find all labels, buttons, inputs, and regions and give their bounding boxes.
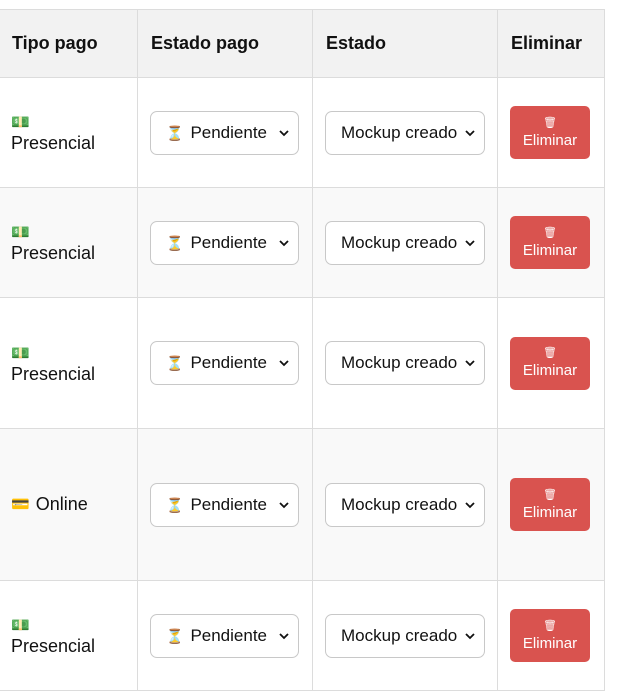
cell-estado: Mockup creado — [312, 187, 498, 298]
chevron-down-icon — [279, 632, 289, 639]
cell-estado: Mockup creado — [312, 297, 498, 429]
cell-eliminar: 🗑 Eliminar — [497, 297, 605, 429]
delete-button[interactable]: 🗑 Eliminar — [510, 609, 590, 662]
estado-value: Mockup creado — [341, 625, 458, 645]
estado-value: Mockup creado — [341, 353, 458, 372]
header-tipo-pago: Tipo pago — [0, 9, 138, 78]
estado-pago-value: Pendiente — [190, 625, 268, 645]
cell-tipo-pago: 💵 Presencial — [0, 580, 138, 691]
estado-pago-select[interactable]: ⏳ Pendiente — [150, 613, 299, 658]
trash-icon: 🗑 — [543, 619, 557, 632]
cell-estado: Mockup creado — [312, 428, 498, 581]
header-eliminar: Eliminar — [497, 9, 605, 78]
delete-button[interactable]: 🗑 Eliminar — [510, 106, 590, 159]
trash-icon: 🗑 — [543, 347, 557, 359]
hourglass-icon: ⏳ — [166, 124, 184, 141]
estado-pago-select[interactable]: ⏳ Pendiente — [150, 110, 299, 155]
tipo-pago-label: Presencial — [11, 636, 96, 656]
estado-value: Mockup creado — [341, 494, 458, 514]
delete-button-label: Eliminar — [522, 241, 578, 259]
trash-icon: 🗑 — [543, 488, 557, 501]
tipo-pago-label: Online — [35, 494, 88, 514]
hourglass-icon: ⏳ — [166, 627, 184, 644]
estado-select[interactable]: Mockup creado — [325, 613, 485, 658]
estado-select[interactable]: Mockup creado — [325, 341, 485, 385]
estado-pago-select[interactable]: ⏳ Pendiente — [150, 341, 299, 385]
orders-table-container: Tipo pago Estado pago Estado Eliminar 💵 … — [0, 0, 622, 692]
delete-button-label: Eliminar — [522, 131, 578, 149]
delete-button-label: Eliminar — [522, 634, 578, 652]
estado-pago-select[interactable]: ⏳ Pendiente — [150, 220, 299, 265]
chevron-down-icon — [279, 239, 289, 246]
header-estado: Estado — [312, 9, 498, 78]
estado-pago-value: Pendiente — [190, 122, 268, 142]
cell-tipo-pago: 💵 Presencial — [0, 297, 138, 429]
credit-card-icon: 💳 — [11, 496, 30, 513]
cell-eliminar: 🗑 Eliminar — [497, 187, 605, 298]
chevron-down-icon — [465, 632, 475, 639]
estado-select[interactable]: Mockup creado — [325, 220, 485, 265]
estado-pago-value: Pendiente — [190, 232, 268, 252]
header-estado-pago: Estado pago — [137, 9, 313, 78]
cell-estado-pago: ⏳ Pendiente — [137, 580, 313, 691]
cell-estado-pago: ⏳ Pendiente — [137, 428, 313, 581]
cash-icon: 💵 — [11, 344, 30, 362]
cell-eliminar: 🗑 Eliminar — [497, 77, 605, 188]
cell-estado-pago: ⏳ Pendiente — [137, 187, 313, 298]
tipo-pago-label: Presencial — [11, 133, 96, 153]
chevron-down-icon — [279, 501, 289, 508]
cash-icon: 💵 — [11, 224, 30, 241]
delete-button[interactable]: 🗑 Eliminar — [510, 478, 590, 531]
estado-value: Mockup creado — [341, 232, 458, 252]
table-row: 💵 Presencial ⏳ Pendiente Mockup creado 🗑… — [0, 297, 605, 429]
cash-icon: 💵 — [11, 114, 30, 131]
hourglass-icon: ⏳ — [166, 355, 184, 371]
table-row: 💵 Presencial ⏳ Pendiente Mockup creado 🗑… — [0, 77, 605, 188]
cell-estado-pago: ⏳ Pendiente — [137, 297, 313, 429]
cell-tipo-pago: 💵 Presencial — [0, 77, 138, 188]
cell-estado-pago: ⏳ Pendiente — [137, 77, 313, 188]
table-row: 💳 Online ⏳ Pendiente Mockup creado 🗑 Eli… — [0, 428, 605, 581]
estado-select[interactable]: Mockup creado — [325, 110, 485, 155]
cell-estado: Mockup creado — [312, 580, 498, 691]
table-row: 💵 Presencial ⏳ Pendiente Mockup creado 🗑… — [0, 187, 605, 298]
estado-value: Mockup creado — [341, 122, 458, 142]
chevron-down-icon — [465, 129, 475, 136]
orders-table: Tipo pago Estado pago Estado Eliminar 💵 … — [0, 9, 605, 691]
hourglass-icon: ⏳ — [166, 496, 184, 513]
estado-pago-value: Pendiente — [190, 353, 268, 372]
delete-button[interactable]: 🗑 Eliminar — [510, 336, 590, 390]
chevron-down-icon — [465, 501, 475, 508]
chevron-down-icon — [279, 360, 289, 367]
trash-icon: 🗑 — [543, 116, 557, 129]
table-header-row: Tipo pago Estado pago Estado Eliminar — [0, 9, 605, 78]
trash-icon: 🗑 — [543, 226, 557, 239]
delete-button[interactable]: 🗑 Eliminar — [510, 216, 590, 269]
estado-pago-value: Pendiente — [190, 494, 268, 514]
table-row: 💵 Presencial ⏳ Pendiente Mockup creado 🗑… — [0, 580, 605, 691]
tipo-pago-label: Presencial — [11, 243, 96, 263]
estado-pago-select[interactable]: ⏳ Pendiente — [150, 482, 299, 527]
cash-icon: 💵 — [11, 617, 30, 634]
cell-eliminar: 🗑 Eliminar — [497, 428, 605, 581]
cell-eliminar: 🗑 Eliminar — [497, 580, 605, 691]
hourglass-icon: ⏳ — [166, 234, 184, 251]
cell-tipo-pago: 💵 Presencial — [0, 187, 138, 298]
chevron-down-icon — [279, 129, 289, 136]
chevron-down-icon — [465, 239, 475, 246]
cell-estado: Mockup creado — [312, 77, 498, 188]
chevron-down-icon — [465, 360, 475, 367]
delete-button-label: Eliminar — [522, 503, 578, 521]
estado-select[interactable]: Mockup creado — [325, 482, 485, 527]
cell-tipo-pago: 💳 Online — [0, 428, 138, 581]
tipo-pago-label: Presencial — [11, 363, 96, 384]
delete-button-label: Eliminar — [522, 362, 578, 379]
